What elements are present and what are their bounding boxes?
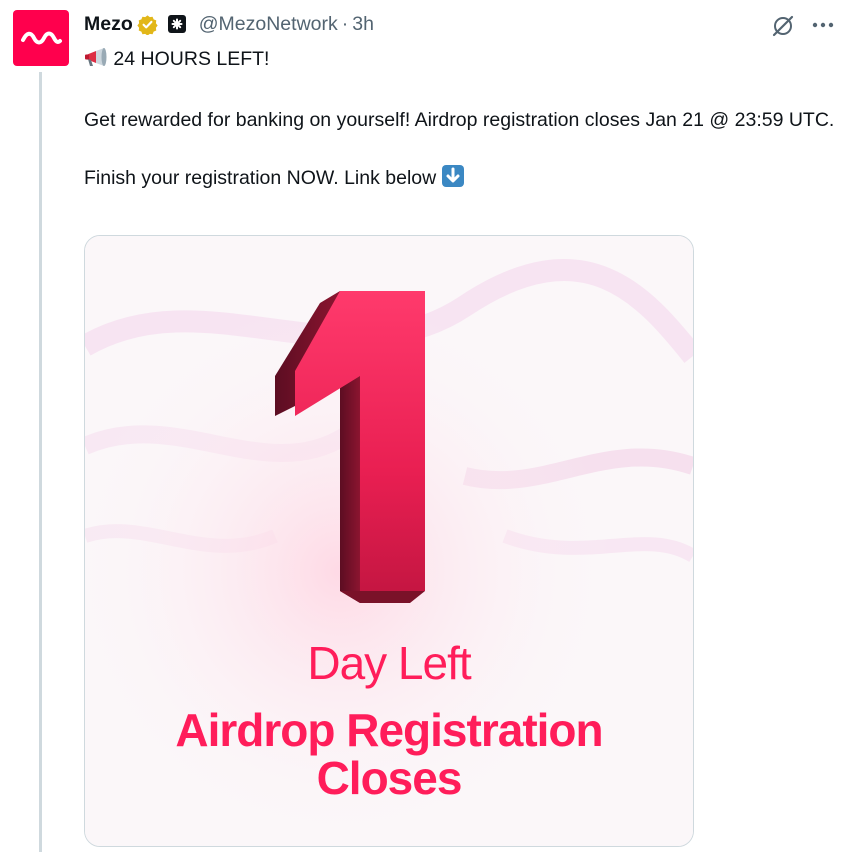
avatar[interactable]: [13, 10, 69, 66]
tweet-line-2: Get rewarded for banking on yourself! Ai…: [84, 109, 835, 131]
grok-icon[interactable]: [770, 13, 796, 44]
display-name[interactable]: Mezo: [84, 13, 133, 36]
affiliate-badge-icon[interactable]: [167, 15, 186, 33]
airdrop-title: Airdrop Registration Closes: [85, 706, 693, 802]
tweet-header: Mezo @MezoNetwork · 3h: [84, 12, 374, 36]
tweet-image[interactable]: Day Left Airdrop Registration Closes: [84, 235, 694, 847]
day-left-text: Day Left: [307, 637, 471, 689]
verified-badge-icon[interactable]: [137, 14, 158, 35]
megaphone-icon: [84, 48, 108, 77]
tweet-card: Mezo @MezoNetwork · 3h 24 HOURS LEFT! Ge…: [0, 0, 868, 852]
tweet-line-3: Finish your registration NOW. Link below: [84, 164, 844, 196]
thread-line: [39, 72, 42, 852]
separator-dot: ·: [341, 12, 349, 35]
airdrop-title-line-2: Closes: [316, 752, 463, 804]
airdrop-title-line-1: Airdrop Registration: [175, 704, 603, 756]
tweet-line-1: 24 HOURS LEFT!: [84, 45, 844, 77]
handle[interactable]: @MezoNetwork: [199, 13, 338, 36]
tweet-line-1-text: 24 HOURS LEFT!: [113, 48, 270, 70]
timestamp[interactable]: 3h: [352, 13, 374, 36]
mezo-logo-icon: [21, 31, 62, 45]
more-options-icon[interactable]: [812, 18, 834, 36]
tweet-line-3-text: Finish your registration NOW. Link below: [84, 167, 437, 189]
number-one-graphic: [275, 291, 425, 603]
tweet-text: 24 HOURS LEFT! Get rewarded for banking …: [84, 45, 844, 196]
down-arrow-icon: [441, 165, 464, 196]
